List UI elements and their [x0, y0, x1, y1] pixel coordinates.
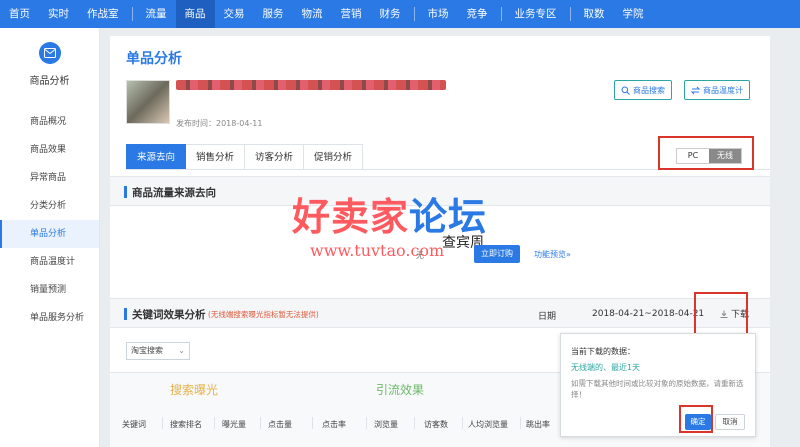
column-divider — [366, 417, 367, 429]
nav-products[interactable]: 商品 — [175, 0, 215, 28]
nav-separator — [500, 7, 502, 21]
column-divider — [312, 417, 313, 429]
nav-separator — [413, 7, 415, 21]
product-search-button[interactable]: 商品搜索 — [614, 80, 672, 100]
top-navigation: 首页 实时 作战室 流量 商品 交易 服务 物流 营销 财务 市场 竞争 业务专… — [0, 0, 800, 28]
column-divider — [462, 417, 463, 429]
col-pageviews[interactable]: 浏览量 — [374, 419, 398, 430]
subscribe-button[interactable]: 立即订购 — [474, 245, 520, 263]
nav-service[interactable]: 服务 — [254, 0, 293, 28]
sidebar-item-effect[interactable]: 商品效果 — [0, 136, 99, 164]
nav-war-room[interactable]: 作战室 — [78, 0, 128, 28]
nav-home[interactable]: 首页 — [0, 0, 39, 28]
keyword-section-title: 关键词效果分析 — [132, 309, 206, 321]
sidebar-header: 商品分析 — [0, 28, 99, 98]
nav-marketing[interactable]: 营销 — [332, 0, 371, 28]
chevron-down-icon: ⌄ — [178, 346, 185, 355]
tab-sales-analysis[interactable]: 销售分析 — [186, 144, 246, 170]
no-data-text: 无 — [416, 251, 424, 260]
nav-separator — [131, 7, 133, 21]
column-divider — [162, 417, 163, 429]
section-marker — [124, 308, 127, 320]
column-divider — [214, 417, 215, 429]
sidebar-menu: 商品概况 商品效果 异常商品 分类分析 单品分析 商品温度计 销量预测 单品服务… — [0, 108, 99, 332]
highlight-box-device — [658, 136, 754, 170]
nav-realtime[interactable]: 实时 — [39, 0, 78, 28]
popup-current-data-value: 无线端的、最近1天 — [571, 363, 641, 372]
group-traffic-effect: 引流效果 — [376, 383, 425, 397]
column-divider — [260, 417, 261, 429]
product-thermometer-label: 商品温度计 — [703, 85, 743, 95]
sidebar-item-overview[interactable]: 商品概况 — [0, 108, 99, 136]
product-analysis-icon — [38, 42, 61, 64]
date-range[interactable]: 2018-04-21~2018-04-21 — [592, 309, 704, 319]
swap-icon — [691, 86, 700, 94]
product-thermometer-button[interactable]: 商品温度计 — [684, 80, 750, 100]
col-avg-pageviews[interactable]: 人均浏览量 — [468, 419, 508, 430]
source-select[interactable]: 淘宝搜索 ⌄ — [126, 342, 190, 360]
keyword-section-header: 关键词效果分析 (无线端搜索曝光指标暂无法提供) 日期 2018-04-21~2… — [110, 298, 770, 328]
watermark-url: www.tuvtao.com — [310, 241, 445, 260]
sidebar-item-sales-forecast[interactable]: 销量预测 — [0, 276, 99, 304]
product-name-redacted[interactable] — [176, 80, 446, 90]
sidebar-item-abnormal[interactable]: 异常商品 — [0, 164, 99, 192]
tab-source-destination[interactable]: 来源去向 — [126, 144, 187, 170]
column-divider — [520, 417, 521, 429]
source-select-value: 淘宝搜索 — [131, 346, 163, 355]
popup-hint: 如需下载其他时间或比较对象的原始数据，请重新选择！ — [571, 379, 744, 399]
page-title: 单品分析 — [126, 51, 182, 67]
popup-current-data-label: 当前下载的数据： — [571, 347, 635, 356]
nav-trade[interactable]: 交易 — [215, 0, 254, 28]
sidebar-item-service-analysis[interactable]: 单品服务分析 — [0, 304, 99, 332]
nav-data-fetch[interactable]: 取数 — [575, 0, 614, 28]
nav-traffic[interactable]: 流量 — [137, 0, 176, 28]
highlight-box-download — [694, 292, 748, 336]
column-divider — [414, 417, 415, 429]
sidebar-item-category[interactable]: 分类分析 — [0, 192, 99, 220]
product-thumbnail[interactable] — [126, 80, 170, 124]
nav-separator — [569, 7, 571, 21]
col-visitors[interactable]: 访客数 — [424, 419, 448, 430]
sidebar: 商品分析 商品概况 商品效果 异常商品 分类分析 单品分析 商品温度计 销量预测… — [0, 28, 100, 447]
col-clicks[interactable]: 点击量 — [268, 419, 292, 430]
col-search-rank[interactable]: 搜索排名 — [170, 419, 202, 430]
section-marker — [124, 186, 127, 198]
nav-academy[interactable]: 学院 — [614, 0, 653, 28]
col-ctr[interactable]: 点击率 — [322, 419, 346, 430]
nav-business-zone[interactable]: 业务专区 — [506, 0, 566, 28]
group-search-exposure: 搜索曝光 — [170, 383, 219, 397]
col-exposure[interactable]: 曝光量 — [222, 419, 246, 430]
sidebar-item-thermometer[interactable]: 商品温度计 — [0, 248, 99, 276]
tab-promotion-analysis[interactable]: 促销分析 — [304, 144, 364, 170]
sidebar-item-single-product[interactable]: 单品分析 — [0, 220, 99, 248]
publish-time: 发布时间：2018-04-11 — [176, 119, 263, 128]
nav-market[interactable]: 市场 — [419, 0, 458, 28]
sidebar-title: 商品分析 — [29, 76, 70, 87]
keyword-section-note: (无线端搜索曝光指标暂无法提供) — [208, 310, 319, 319]
nav-finance[interactable]: 财务 — [371, 0, 410, 28]
col-bounce-rate[interactable]: 跳出率 — [526, 419, 550, 430]
download-confirm-popup: 当前下载的数据： 无线端的、最近1天 如需下载其他时间或比较对象的原始数据，请重… — [560, 333, 756, 437]
tab-visitor-analysis[interactable]: 访客分析 — [245, 144, 305, 170]
flow-section-title: 商品流量来源去向 — [132, 187, 216, 199]
nav-competition[interactable]: 竞争 — [458, 0, 497, 28]
analysis-tabs: 来源去向 销售分析 访客分析 促销分析 — [126, 144, 364, 170]
col-keyword[interactable]: 关键词 — [122, 419, 146, 430]
nav-logistics[interactable]: 物流 — [293, 0, 332, 28]
watermark-brand-a: 好卖家 — [292, 195, 410, 239]
search-icon — [621, 86, 630, 95]
highlight-box-confirm — [679, 405, 713, 433]
cancel-button[interactable]: 取消 — [715, 414, 745, 430]
feature-preview-link[interactable]: 功能预览» — [534, 249, 571, 260]
product-search-label: 商品搜索 — [633, 85, 665, 95]
date-label[interactable]: 日期 — [538, 309, 556, 322]
